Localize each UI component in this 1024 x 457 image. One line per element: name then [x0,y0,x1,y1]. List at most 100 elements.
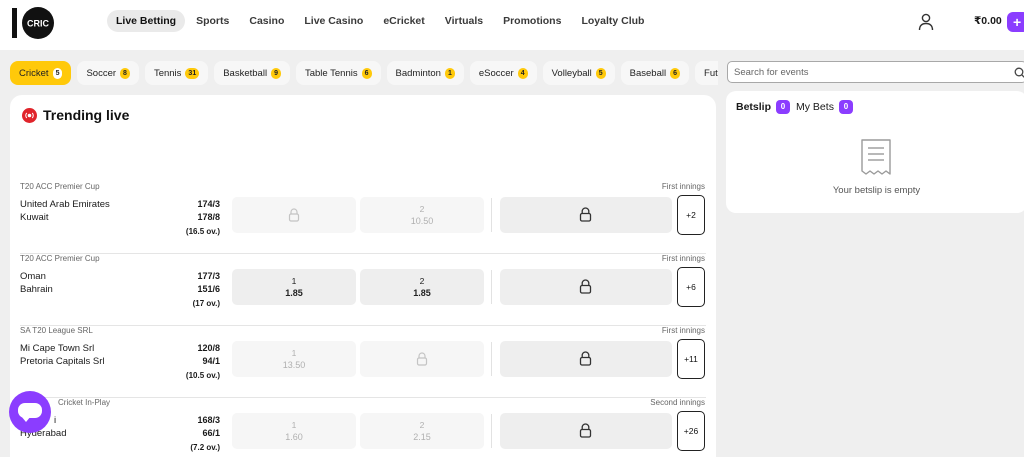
league-name: SA T20 League SRL [20,326,93,335]
chip-volleyball[interactable]: Volleyball 5 [542,61,615,85]
odd-value: 1.85 [285,288,303,298]
lock-icon [288,208,300,222]
market-locked-button[interactable] [500,341,672,377]
chip-count: 9 [271,67,281,79]
team-2-score: 94/1 [202,356,220,366]
trending-live-panel: Trending live T20 ACC Premier Cup First … [10,95,716,457]
betslip-empty-message: Your betslip is empty [832,185,921,196]
nav-loyalty-club[interactable]: Loyalty Club [572,10,653,32]
chip-basketball[interactable]: Basketball 9 [214,61,290,85]
chip-count: 4 [517,67,528,79]
chip-cricket[interactable]: Cricket 5 [10,61,72,85]
match-phase: First innings [661,254,705,263]
team-2-name: Bahrain [20,284,53,295]
odd-label: 1 [291,276,297,286]
odd-value: 1.60 [285,432,303,442]
tab-betslip[interactable]: Betslip 0 [736,100,791,114]
search-input[interactable] [734,65,1004,80]
more-markets-button[interactable]: +6 [677,267,705,307]
team-1-name: United Arab Emirates [20,199,110,210]
my-bets-count-badge: 0 [838,100,853,114]
tab-my-bets[interactable]: My Bets 0 [796,100,853,114]
divider [491,270,492,304]
odd-value: 2.15 [413,432,431,442]
chip-count: 8 [120,67,130,79]
chip-esoccer[interactable]: eSoccer 4 [469,61,537,85]
main-nav: Live Betting Sports Casino Live Casino e… [107,10,655,32]
lock-icon [579,279,592,294]
odd-label: 2 [419,420,425,430]
chip-count: 1 [444,67,455,79]
more-markets-button[interactable]: +11 [677,339,705,379]
divider [491,342,492,376]
divider [491,198,492,232]
live-icon [22,107,37,123]
chip-count: 5 [52,67,63,79]
league-name: T20 ACC Premier Cup [20,254,100,263]
nav-live-betting[interactable]: Live Betting [107,10,186,32]
betslip-tabs: Betslip 0 My Bets 0 [736,100,859,114]
chip-count: 5 [595,67,606,79]
match-row[interactable]: SA T20 League SRL First innings Mi Cape … [10,326,716,398]
account-balance[interactable]: ₹0.00 [974,15,1002,27]
team-1-score: 120/8 [197,343,220,353]
odd-away-button[interactable]: 2 2.15 [360,413,484,449]
odd-value: 13.50 [282,360,306,370]
match-row[interactable]: T20 ACC Premier Cup First innings Oman 1… [10,254,716,326]
more-markets-button[interactable]: +26 [677,411,705,451]
odd-home-button[interactable]: 1 1.60 [232,413,356,449]
odd-away-button[interactable]: 2 10.50 [360,197,484,233]
odd-away-button[interactable]: 2 1.85 [360,269,484,305]
user-icon[interactable] [918,13,934,31]
market-locked-button[interactable] [500,269,672,305]
market-locked-button[interactable] [500,413,672,449]
match-row[interactable]: Cricket In-Play Second innings i 168/3 H… [10,398,716,457]
chip-tennis[interactable]: Tennis 31 [144,61,209,85]
match-row[interactable]: T20 ACC Premier Cup First innings United… [10,182,716,254]
odd-label: 2 [419,276,425,286]
chip-soccer[interactable]: Soccer 8 [77,61,139,85]
odd-away-button[interactable] [360,341,484,377]
divider [491,414,492,448]
brand-logo[interactable]: CRIC [10,6,58,40]
overs: (16.5 ov.) [185,227,220,236]
chip-count: 31 [185,67,200,79]
nav-live-casino[interactable]: Live Casino [295,10,372,32]
chip-count: 6 [670,67,681,79]
chip-badminton[interactable]: Badminton 1 [386,61,464,85]
chip-futsal[interactable]: Futsal2 [695,61,718,85]
chat-support-button[interactable] [9,391,51,433]
team-2-score: 66/1 [202,428,220,438]
event-search [727,61,1024,83]
market-locked-button[interactable] [500,197,672,233]
nav-sports[interactable]: Sports [187,10,238,32]
nav-ecricket[interactable]: eCricket [374,10,433,32]
overs: (10.5 ov.) [185,371,220,380]
team-1-name: Mi Cape Town Srl [20,343,95,354]
search-icon[interactable] [1014,66,1024,78]
odd-label: 1 [291,420,297,430]
odd-label: 1 [291,348,297,358]
match-phase: First innings [661,326,705,335]
logo-text: CRIC [27,19,49,29]
odd-home-button[interactable]: 1 1.85 [232,269,356,305]
betslip-panel: Betslip 0 My Bets 0 Your betslip is empty [726,91,1024,213]
nav-casino[interactable]: Casino [240,10,293,32]
nav-virtuals[interactable]: Virtuals [436,10,492,32]
odd-home-button[interactable]: 1 13.50 [232,341,356,377]
match-phase: First innings [661,182,705,191]
nav-promotions[interactable]: Promotions [494,10,570,32]
deposit-button[interactable]: + [1007,12,1024,32]
chip-baseball[interactable]: Baseball 6 [620,61,690,85]
team-1-name: Oman [20,271,46,282]
chip-count: 6 [361,67,372,79]
league-name: T20 ACC Premier Cup [20,182,100,191]
odd-home-button[interactable] [232,197,356,233]
match-phase: Second innings [650,398,705,407]
team-1-score: 168/3 [197,415,220,425]
team-2-score: 151/6 [197,284,220,294]
team-1-score: 177/3 [197,271,220,281]
chip-table-tennis[interactable]: Table Tennis 6 [295,61,381,85]
lock-icon [416,352,428,366]
more-markets-button[interactable]: +2 [677,195,705,235]
